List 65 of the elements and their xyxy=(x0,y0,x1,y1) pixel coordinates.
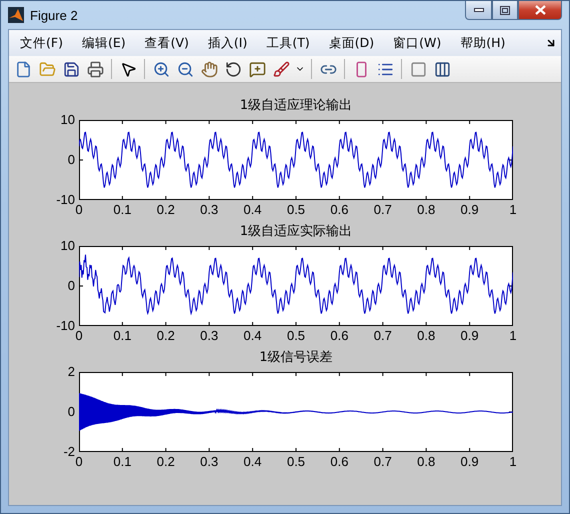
x-tick-label: 0.5 xyxy=(286,203,306,217)
x-tick-label: 0.1 xyxy=(113,329,132,343)
brush-icon[interactable] xyxy=(271,59,291,79)
menu-item[interactable]: 编辑(E) xyxy=(74,32,133,54)
y-tick-label: 10 xyxy=(60,113,75,127)
plot-title: 1级自适应理论输出 xyxy=(240,98,352,114)
plot-title: 1级信号误差 xyxy=(259,350,333,366)
x-tick-label: 1 xyxy=(509,203,517,217)
menu-item[interactable]: 工具(T) xyxy=(259,32,317,54)
menu-item[interactable]: 文件(F) xyxy=(13,32,70,54)
minimize-button[interactable] xyxy=(465,1,492,20)
logo-icon xyxy=(8,7,24,23)
x-tick-label: 0.8 xyxy=(417,329,436,343)
y-tick-label: 2 xyxy=(68,365,75,379)
x-tick-label: 0.5 xyxy=(286,329,306,343)
x-tick-label: 0 xyxy=(75,455,83,469)
close-icon xyxy=(534,5,546,15)
y-tick-label: -2 xyxy=(63,445,75,459)
dock-icon[interactable] xyxy=(545,37,557,49)
x-tick-label: 0.9 xyxy=(460,329,479,343)
window-title: Figure 2 xyxy=(30,8,79,22)
x-tick-label: 0.8 xyxy=(417,455,436,469)
x-tick-label: 0.1 xyxy=(113,455,132,469)
x-tick-label: 0.2 xyxy=(156,455,175,469)
x-tick-label: 0.7 xyxy=(374,455,392,469)
x-tick-label: 0.8 xyxy=(417,203,436,217)
close-button[interactable] xyxy=(518,1,562,20)
x-tick-label: 0.9 xyxy=(460,203,479,217)
y-tick-label: 0 xyxy=(68,405,75,419)
x-tick-label: 0.2 xyxy=(156,329,175,343)
x-tick-label: 0.3 xyxy=(200,329,218,343)
x-tick-label: 0.6 xyxy=(330,203,348,217)
x-tick-label: 0.3 xyxy=(200,203,218,217)
x-tick-label: 0 xyxy=(75,203,83,217)
y-tick-label: -10 xyxy=(56,193,75,207)
menu-item[interactable]: 桌面(D) xyxy=(322,32,382,54)
x-tick-label: 0.6 xyxy=(330,329,348,343)
menu-item[interactable]: 插入(I) xyxy=(200,32,254,54)
x-tick-label: 0.9 xyxy=(460,455,479,469)
y-tick-label: 0 xyxy=(68,279,75,293)
x-tick-label: 1 xyxy=(509,329,517,343)
x-tick-label: 0.7 xyxy=(374,329,392,343)
plot-title: 1级自适应实际输出 xyxy=(240,224,352,240)
maximize-button[interactable] xyxy=(492,1,518,20)
x-tick-label: 0.4 xyxy=(244,455,262,469)
x-tick-label: 0.3 xyxy=(200,455,218,469)
minimize-icon xyxy=(474,8,484,12)
x-tick-label: 0.5 xyxy=(286,455,306,469)
x-tick-label: 0.1 xyxy=(113,203,132,217)
x-tick-label: 0.6 xyxy=(330,455,348,469)
menu-item[interactable]: 窗口(W) xyxy=(386,32,448,54)
x-tick-label: 0.2 xyxy=(156,203,175,217)
y-tick-label: 10 xyxy=(60,239,75,253)
x-tick-label: 1 xyxy=(509,455,517,469)
y-tick-label: -10 xyxy=(56,319,75,333)
x-tick-label: 0.7 xyxy=(374,203,392,217)
maximize-icon xyxy=(500,6,510,14)
menu-item[interactable]: 帮助(H) xyxy=(453,32,512,54)
x-tick-label: 0 xyxy=(75,329,83,343)
hand-icon[interactable] xyxy=(199,59,219,79)
y-tick-label: 0 xyxy=(68,153,75,167)
printer-icon[interactable] xyxy=(85,59,105,79)
menu-item[interactable]: 查看(V) xyxy=(138,32,196,54)
x-tick-label: 0.4 xyxy=(244,329,262,343)
x-tick-label: 0.4 xyxy=(244,203,262,217)
